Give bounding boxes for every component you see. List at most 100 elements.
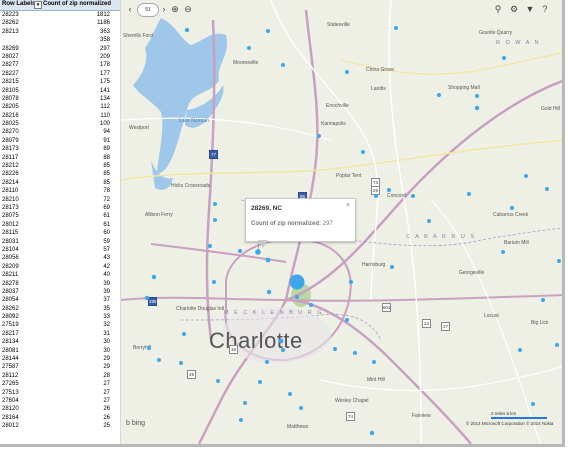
data-bubble[interactable]: [467, 192, 471, 196]
data-bubble[interactable]: [299, 406, 303, 410]
pivot-row[interactable]: 28012 61: [0, 221, 120, 229]
pivot-row[interactable]: 28105 141: [0, 87, 120, 95]
data-bubble[interactable]: [518, 348, 522, 352]
data-bubble[interactable]: [238, 249, 242, 253]
pivot-row[interactable]: 28081 30: [0, 347, 120, 355]
pivot-row[interactable]: 28214 85: [0, 179, 120, 187]
pivot-row[interactable]: 27265 27: [0, 380, 120, 388]
pivot-row[interactable]: 28110 78: [0, 187, 120, 195]
data-bubble[interactable]: [295, 295, 299, 299]
pivot-row[interactable]: 28215 175: [0, 78, 120, 86]
pivot-row[interactable]: 28173 89: [0, 145, 120, 153]
pivot-row[interactable]: 28112 28: [0, 372, 120, 380]
pivot-row[interactable]: 28027 209: [0, 53, 120, 61]
data-bubble[interactable]: [557, 259, 561, 263]
data-bubble[interactable]: [474, 105, 480, 111]
data-bubble[interactable]: [289, 274, 305, 290]
pivot-row[interactable]: 28211 40: [0, 271, 120, 279]
data-bubble[interactable]: [147, 346, 151, 350]
pivot-row[interactable]: 28217 31: [0, 330, 120, 338]
zoom-in-icon[interactable]: ⊕: [169, 3, 181, 15]
data-bubble[interactable]: [213, 202, 217, 206]
pivot-row[interactable]: 28134 30: [0, 338, 120, 346]
map-pin-icon[interactable]: ⚲: [492, 3, 504, 15]
map-view[interactable]: Statesville Granite Quarry R O W A N She…: [121, 0, 562, 444]
data-bubble[interactable]: [545, 187, 549, 191]
settings-icon[interactable]: ⚙: [508, 3, 520, 15]
data-bubble[interactable]: [372, 360, 376, 364]
data-bubble[interactable]: [427, 219, 431, 223]
data-bubble[interactable]: [266, 289, 272, 295]
data-bubble[interactable]: [281, 348, 285, 352]
data-bubble[interactable]: [345, 70, 349, 74]
data-bubble[interactable]: [501, 250, 505, 254]
data-bubble[interactable]: [309, 303, 313, 307]
data-bubble[interactable]: [531, 402, 535, 406]
data-bubble[interactable]: [288, 392, 292, 396]
data-bubble[interactable]: [349, 280, 353, 284]
data-bubble[interactable]: [151, 274, 157, 280]
pivot-row[interactable]: 28205 112: [0, 103, 120, 111]
pivot-row[interactable]: 358: [0, 36, 120, 44]
data-bubble[interactable]: [387, 188, 391, 192]
data-bubble[interactable]: [502, 56, 506, 60]
data-bubble[interactable]: [353, 351, 357, 355]
data-bubble[interactable]: [265, 360, 269, 364]
pivot-row[interactable]: 28269 297: [0, 45, 120, 53]
data-bubble[interactable]: [278, 338, 284, 344]
pivot-row[interactable]: 28144 29: [0, 355, 120, 363]
pivot-row[interactable]: 28223 1812: [0, 11, 120, 19]
pivot-row[interactable]: 27519 32: [0, 321, 120, 329]
pivot-row[interactable]: 28210 72: [0, 196, 120, 204]
zoom-out-icon[interactable]: ⊖: [182, 3, 194, 15]
data-bubble[interactable]: [475, 94, 479, 98]
pivot-row[interactable]: 28025 100: [0, 120, 120, 128]
data-bubble[interactable]: [361, 150, 365, 154]
pivot-row[interactable]: 27513 27: [0, 389, 120, 397]
filter-dropdown-icon[interactable]: ▾: [34, 1, 42, 9]
data-bubble[interactable]: [239, 418, 243, 422]
data-bubble[interactable]: [541, 298, 545, 302]
pivot-row[interactable]: 28056 43: [0, 254, 120, 262]
pivot-row[interactable]: 28277 178: [0, 61, 120, 69]
data-bubble[interactable]: [411, 194, 415, 198]
data-bubble[interactable]: [266, 29, 270, 33]
pivot-row[interactable]: 28092 33: [0, 313, 120, 321]
data-bubble[interactable]: [179, 361, 183, 365]
pivot-row[interactable]: 28120 26: [0, 405, 120, 413]
data-bubble[interactable]: [345, 318, 349, 322]
data-bubble[interactable]: [247, 46, 251, 50]
data-bubble[interactable]: [374, 194, 378, 198]
pivot-row[interactable]: 28075 61: [0, 212, 120, 220]
data-bubble[interactable]: [243, 401, 247, 405]
data-bubble[interactable]: [144, 295, 150, 301]
help-icon[interactable]: ?: [539, 3, 551, 15]
pivot-row[interactable]: 28278 39: [0, 280, 120, 288]
pivot-row[interactable]: 28012 25: [0, 422, 120, 430]
pivot-row[interactable]: 28054 37: [0, 296, 120, 304]
data-bubble[interactable]: [208, 244, 212, 248]
data-bubble[interactable]: [317, 134, 321, 138]
zoom-indicator[interactable]: 51: [137, 3, 159, 17]
pivot-row[interactable]: 28115 60: [0, 229, 120, 237]
data-bubble[interactable]: [333, 347, 337, 351]
pivot-row[interactable]: 28227 177: [0, 70, 120, 78]
pivot-row[interactable]: 28212 85: [0, 162, 120, 170]
pan-right-icon[interactable]: ›: [159, 3, 169, 15]
data-bubble[interactable]: [394, 26, 398, 30]
filter-icon[interactable]: ▼: [524, 3, 536, 15]
data-bubble[interactable]: [255, 249, 261, 255]
pivot-row[interactable]: 28270 94: [0, 128, 120, 136]
data-bubble[interactable]: [524, 174, 528, 178]
pivot-row[interactable]: 28209 42: [0, 263, 120, 271]
data-bubble[interactable]: [555, 343, 559, 347]
pivot-row[interactable]: 28037 39: [0, 288, 120, 296]
pivot-row[interactable]: 27604 27: [0, 397, 120, 405]
data-bubble[interactable]: [437, 93, 441, 97]
pivot-row[interactable]: 28079 91: [0, 137, 120, 145]
data-bubble[interactable]: [510, 206, 514, 210]
data-bubble[interactable]: [216, 379, 220, 383]
pivot-row[interactable]: 28173 69: [0, 204, 120, 212]
data-bubble[interactable]: [265, 257, 271, 263]
pivot-row[interactable]: 28213 363: [0, 28, 120, 36]
